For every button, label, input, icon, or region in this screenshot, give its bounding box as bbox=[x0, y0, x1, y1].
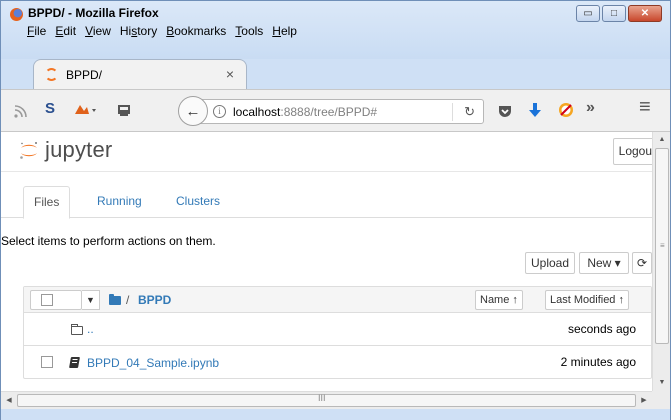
blocker-icon[interactable] bbox=[558, 102, 574, 118]
horizontal-scroll-thumb[interactable]: III bbox=[17, 393, 636, 407]
reload-icon[interactable]: ↻ bbox=[464, 104, 475, 120]
list-header: ▼ / BPPD Name ↑ Last Modified ↑ bbox=[24, 287, 651, 313]
select-dropdown-caret-icon[interactable]: ▼ bbox=[82, 290, 100, 310]
notebook-icon bbox=[69, 357, 80, 368]
scrollbar-corner bbox=[652, 391, 670, 409]
scroll-grip-icon: III bbox=[318, 393, 326, 403]
jupyter-logo-icon[interactable] bbox=[18, 139, 40, 161]
select-all-box[interactable] bbox=[30, 290, 82, 310]
navigation-toolbar: S i localhost:8888/tree/BPPD# ↻ ← » ≡ bbox=[1, 89, 670, 132]
vertical-scroll-thumb[interactable]: ≡ bbox=[655, 148, 669, 344]
menu-edit[interactable]: Edit bbox=[55, 24, 76, 38]
logout-button[interactable]: Logout bbox=[613, 138, 652, 165]
jupyter-header: jupyter Logout bbox=[1, 132, 652, 172]
library-icon[interactable] bbox=[116, 102, 132, 118]
sort-name-button[interactable]: Name ↑ bbox=[475, 290, 523, 310]
scroll-right-arrow-icon[interactable]: ▶ bbox=[636, 392, 652, 409]
refresh-button[interactable]: ⟳ bbox=[632, 252, 652, 274]
info-icon[interactable]: i bbox=[213, 105, 226, 118]
menu-tools[interactable]: Tools bbox=[235, 24, 263, 38]
overflow-chevron-icon[interactable]: » bbox=[586, 100, 595, 116]
menu-bar: File Edit View History Bookmarks Tools H… bbox=[27, 24, 297, 38]
url-host: localhost bbox=[233, 105, 281, 119]
window-bottom-frame bbox=[1, 409, 670, 420]
url-path: :8888/tree/BPPD# bbox=[280, 105, 378, 119]
tab-running[interactable]: Running bbox=[87, 186, 152, 218]
firefox-icon bbox=[10, 8, 23, 21]
extension-icon[interactable] bbox=[73, 102, 97, 118]
skype-icon[interactable]: S bbox=[45, 101, 55, 116]
jupyter-logo-text[interactable]: jupyter bbox=[45, 137, 112, 163]
url-separator bbox=[452, 103, 453, 121]
url-text[interactable]: localhost:8888/tree/BPPD# bbox=[233, 105, 377, 119]
scroll-up-arrow-icon[interactable]: ▲ bbox=[653, 132, 671, 148]
pocket-icon[interactable] bbox=[497, 103, 513, 119]
horizontal-scrollbar[interactable]: ◀ III ▶ bbox=[1, 391, 652, 409]
tab-title: BPPD/ bbox=[66, 68, 103, 82]
minimize-button[interactable]: ▭ bbox=[576, 5, 600, 22]
item-modified-time: 2 minutes ago bbox=[560, 355, 636, 369]
scroll-down-arrow-icon[interactable]: ▼ bbox=[653, 375, 671, 391]
vertical-scrollbar[interactable]: ▲ ≡ ▼ bbox=[652, 132, 670, 391]
tab-close-icon[interactable]: × bbox=[226, 66, 234, 82]
breadcrumb-bppd[interactable]: BPPD bbox=[138, 293, 171, 307]
tab-clusters[interactable]: Clusters bbox=[166, 186, 230, 218]
title-bar: BPPD/ - Mozilla Firefox ▭ □ ✕ File Edit … bbox=[1, 1, 670, 59]
page-content: jupyter Logout Files Running Clusters Se… bbox=[1, 132, 652, 391]
menu-file[interactable]: File bbox=[27, 24, 46, 38]
rss-icon[interactable] bbox=[14, 104, 28, 118]
window-controls: ▭ □ ✕ bbox=[576, 5, 662, 22]
browser-window: BPPD/ - Mozilla Firefox ▭ □ ✕ File Edit … bbox=[0, 0, 671, 420]
scroll-left-arrow-icon[interactable]: ◀ bbox=[1, 392, 17, 409]
menu-bookmarks[interactable]: Bookmarks bbox=[166, 24, 226, 38]
dashboard-tabs: Files Running Clusters bbox=[1, 186, 652, 219]
back-button[interactable]: ← bbox=[178, 96, 208, 126]
list-item[interactable]: BPPD_04_Sample.ipynb 2 minutes ago bbox=[24, 346, 651, 379]
menu-history[interactable]: History bbox=[120, 24, 157, 38]
upload-button[interactable]: Upload bbox=[525, 252, 575, 274]
breadcrumb-separator: / bbox=[126, 293, 130, 307]
menu-view[interactable]: View bbox=[85, 24, 111, 38]
folder-icon[interactable] bbox=[109, 294, 121, 305]
sort-last-modified-button[interactable]: Last Modified ↑ bbox=[545, 290, 629, 310]
close-window-button[interactable]: ✕ bbox=[628, 5, 662, 22]
parent-folder-link[interactable]: .. bbox=[87, 322, 94, 336]
parent-folder-icon bbox=[71, 324, 83, 335]
item-modified-time: seconds ago bbox=[567, 322, 636, 336]
menu-help[interactable]: Help bbox=[272, 24, 297, 38]
jupyter-favicon-icon bbox=[45, 68, 58, 81]
notebook-list: ▼ / BPPD Name ↑ Last Modified ↑ .. secon… bbox=[23, 286, 652, 379]
select-all-checkbox[interactable] bbox=[41, 294, 53, 306]
browser-tab[interactable]: BPPD/ × bbox=[33, 59, 247, 89]
selection-hint: Select items to perform actions on them. bbox=[1, 234, 216, 248]
maximize-button[interactable]: □ bbox=[602, 5, 626, 22]
notebook-link[interactable]: BPPD_04_Sample.ipynb bbox=[87, 356, 219, 370]
download-icon[interactable] bbox=[528, 102, 542, 118]
url-bar[interactable]: i localhost:8888/tree/BPPD# ↻ bbox=[195, 99, 484, 124]
scroll-grip-icon: ≡ bbox=[660, 241, 665, 250]
new-dropdown-button[interactable]: New ▾ bbox=[579, 252, 629, 274]
window-title: BPPD/ - Mozilla Firefox bbox=[28, 6, 159, 20]
hamburger-menu-icon[interactable]: ≡ bbox=[639, 97, 651, 117]
tab-files[interactable]: Files bbox=[23, 186, 71, 219]
item-checkbox[interactable] bbox=[41, 356, 53, 368]
list-item[interactable]: .. seconds ago bbox=[24, 313, 651, 346]
